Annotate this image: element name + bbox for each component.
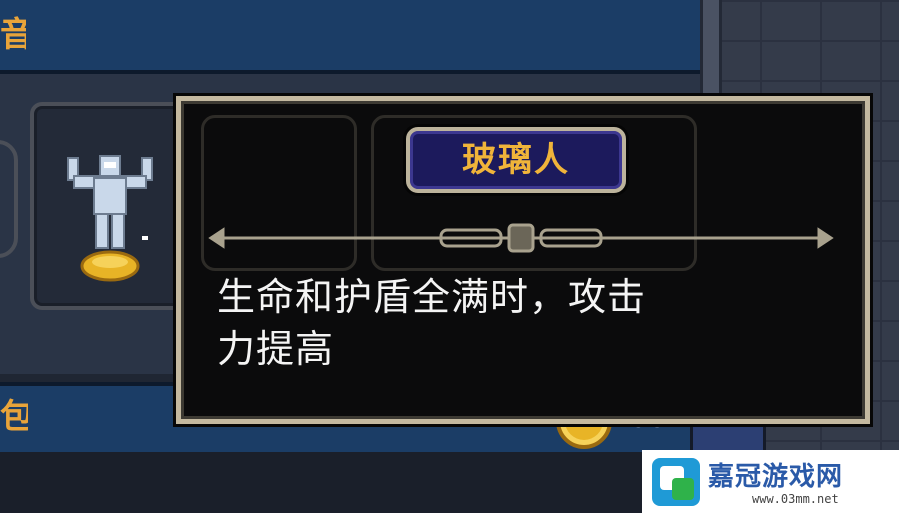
item-tooltip: 玻璃人 生命和护盾全满时，攻击 力提高 [176,96,870,424]
floor [0,452,700,513]
top-banner-label: 音 [0,15,26,55]
item-description-line: 力提高 [217,327,335,371]
site-url: www.03mm.net [752,492,839,506]
site-name: 嘉冠游戏网 [708,462,844,492]
site-logo-icon [652,458,700,506]
partial-slot-ring [0,140,18,258]
top-banner [0,0,700,74]
ornamental-divider [208,223,834,253]
item-description: 生命和护盾全满时，攻击 力提高 [217,271,837,375]
site-watermark: 嘉冠游戏网 www.03mm.net [642,450,899,513]
glass-man-statue-icon [67,155,153,282]
bottom-banner-label: 包 [0,397,28,437]
item-description-line: 生命和护盾全满时，攻击 [217,275,647,319]
item-name: 玻璃人 [462,140,570,180]
item-name-plate: 玻璃人 [406,127,626,193]
